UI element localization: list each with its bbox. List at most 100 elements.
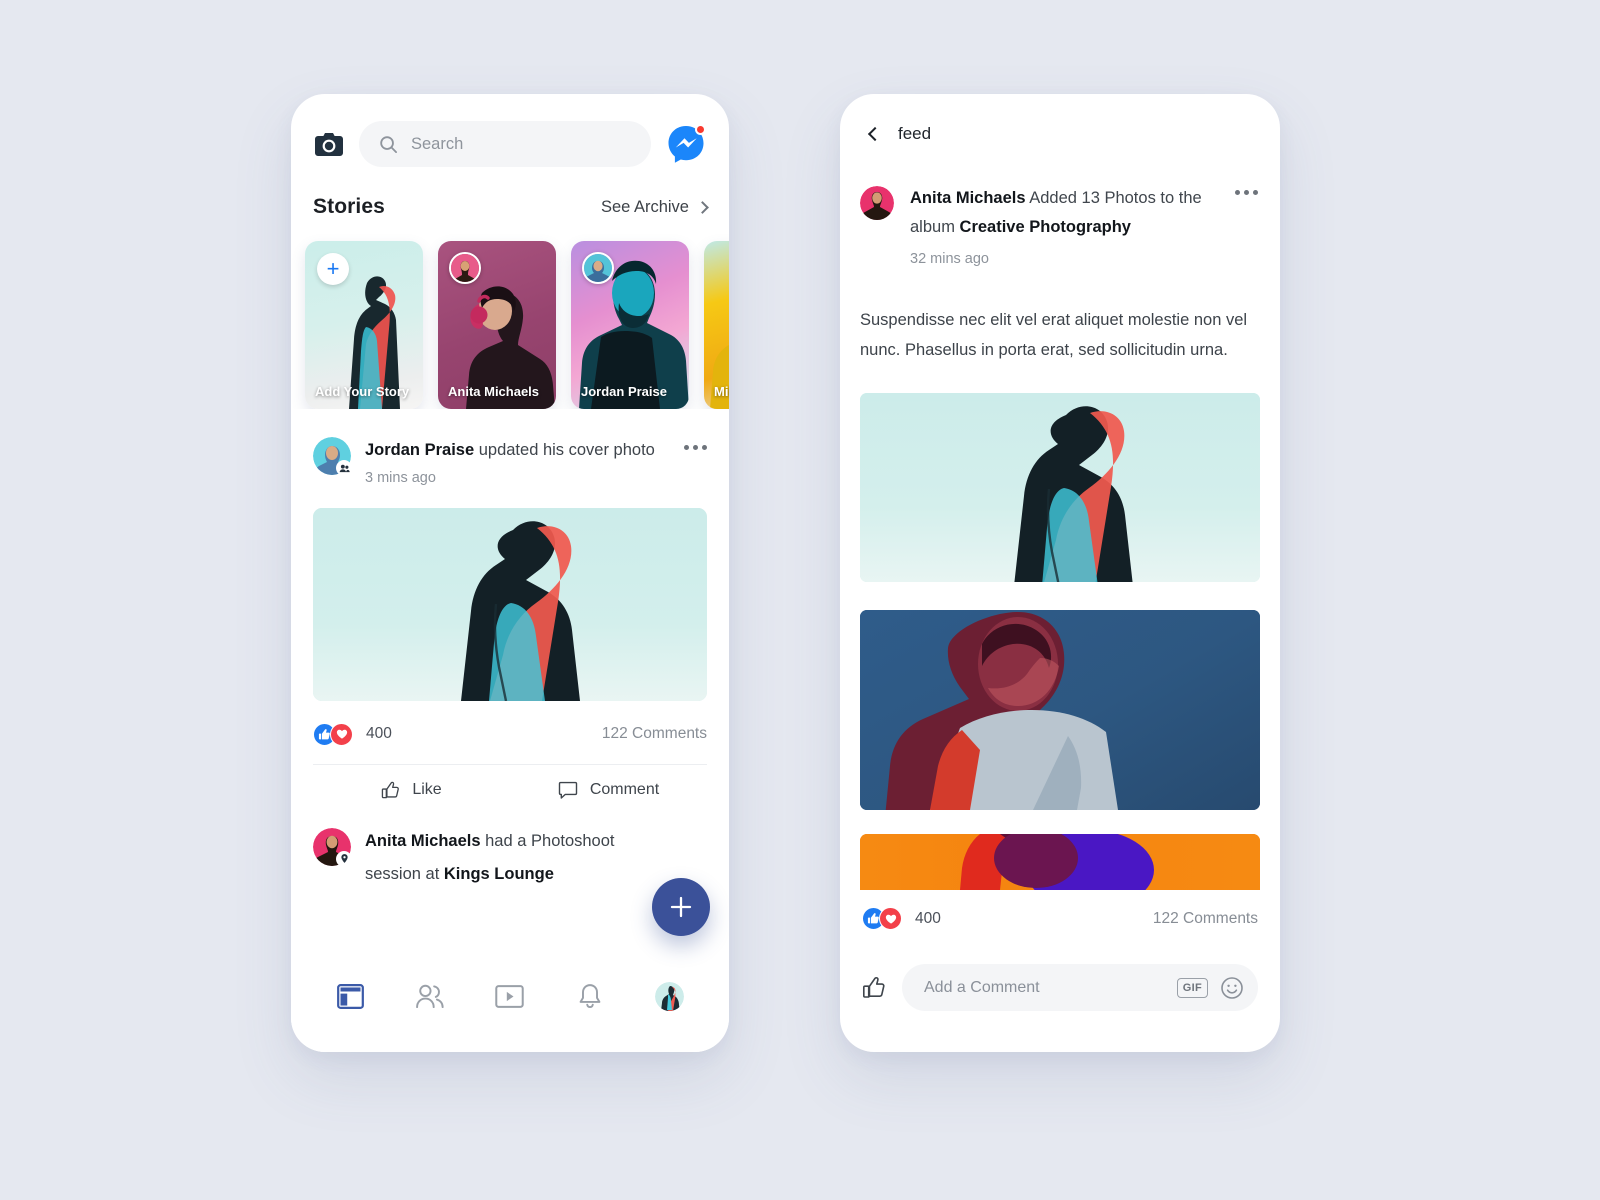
feed-post-action: Added 13 Photos to the — [1025, 189, 1202, 207]
friends-badge-icon — [336, 460, 352, 476]
like-button[interactable]: Like — [313, 781, 510, 800]
post-author[interactable]: Jordan Praise — [365, 441, 474, 459]
reaction-icons — [862, 907, 902, 930]
feed-post-header: Anita Michaels Added 13 Photos to the al… — [840, 144, 1280, 267]
avatar[interactable] — [860, 186, 894, 220]
post-2-title: Anita Michaels had a Photoshoot — [365, 829, 707, 855]
feed-post-timestamp: 32 mins ago — [910, 250, 989, 267]
sidebar-item-friends[interactable] — [406, 976, 454, 1016]
feed-post-author[interactable]: Anita Michaels — [910, 189, 1026, 207]
story-label: Add Your Story — [315, 384, 410, 399]
feed-post-album-pre: album — [910, 217, 960, 236]
plus-icon — [670, 896, 692, 918]
feed-photo-1[interactable] — [860, 392, 1260, 582]
bottom-tab-bar — [291, 968, 729, 1052]
smiley-face-icon[interactable] — [1220, 976, 1244, 1000]
sidebar-item-news-feed[interactable] — [327, 976, 375, 1016]
comment-count[interactable]: 122 Comments — [1153, 910, 1258, 928]
feed-post-album[interactable]: Creative Photography — [960, 218, 1131, 236]
see-archive-link[interactable]: See Archive — [600, 197, 709, 217]
comment-count[interactable]: 122 Comments — [602, 725, 707, 743]
gif-button[interactable]: GIF — [1176, 977, 1208, 998]
messenger-icon[interactable] — [665, 123, 707, 165]
stories-row[interactable]: + Add Your Story Anita Michaels Jordan P… — [291, 219, 729, 409]
story-label: Anita Michaels — [448, 384, 540, 399]
story-card-add-your-story[interactable]: + Add Your Story — [305, 241, 423, 409]
chevron-right-icon — [696, 200, 709, 214]
canvas: Stories See Archive + Add Your Sto — [0, 0, 1600, 1200]
location-badge-icon — [336, 850, 352, 867]
comment-button[interactable]: Comment — [510, 781, 707, 800]
story-avatar — [449, 252, 481, 284]
feed-photo-2[interactable] — [860, 609, 1260, 810]
reactions-group[interactable]: 400 — [313, 722, 392, 746]
bell-icon — [579, 984, 600, 1009]
post-2-place[interactable]: Kings Lounge — [444, 865, 554, 883]
feed-post-body: Suspendisse nec elit vel erat aliquet mo… — [860, 310, 1248, 359]
post-actions: Like Comment — [291, 765, 729, 800]
search-input[interactable] — [411, 134, 631, 154]
camera-icon[interactable] — [313, 129, 345, 159]
heart-filled-icon — [879, 907, 902, 930]
feed-photo-3[interactable] — [860, 833, 1260, 890]
news-feed-icon — [337, 983, 365, 1009]
comment-label: Comment — [589, 781, 660, 799]
post-2-session-text: session at — [365, 865, 444, 884]
feed-post-title: Anita Michaels Added 13 Photos to the — [910, 184, 1219, 213]
comment-bubble-icon — [558, 781, 578, 799]
friends-icon — [416, 984, 445, 1008]
like-label: Like — [412, 781, 442, 799]
feed-post-meta: Anita Michaels Added 13 Photos to the al… — [910, 184, 1219, 267]
profile-avatar-icon — [654, 981, 684, 1011]
post-2-meta: Anita Michaels had a Photoshoot session … — [365, 828, 707, 888]
post-2-header: Anita Michaels had a Photoshoot session … — [291, 800, 729, 888]
reaction-count: 400 — [366, 725, 392, 743]
top-bar — [291, 94, 729, 167]
avatar[interactable] — [313, 827, 352, 867]
post-2-author[interactable]: Anita Michaels — [365, 832, 481, 850]
sidebar-item-notifications[interactable] — [566, 976, 614, 1016]
feed-post-title-2: album Creative Photography — [910, 213, 1219, 242]
like-button[interactable] — [862, 976, 886, 1000]
thumbs-up-outline-icon — [382, 781, 400, 798]
post-title: Jordan Praise updated his cover photo — [365, 438, 670, 464]
comment-input-wrap[interactable]: GIF — [902, 964, 1258, 1011]
heart-filled-icon — [330, 722, 353, 746]
left-phone-screen: Stories See Archive + Add Your Sto — [291, 94, 729, 1052]
right-phone-screen: feed Anita Michaels Added 13 Photos to t… — [840, 94, 1280, 1052]
post-stats-row: 400 122 Comments — [291, 701, 729, 746]
reactions-group[interactable]: 400 — [862, 907, 941, 930]
story-card-jordan-praise[interactable]: Jordan Praise — [571, 241, 689, 409]
post-cover-photo[interactable] — [313, 507, 707, 701]
comment-composer: GIF — [840, 938, 1280, 1011]
sidebar-item-watch[interactable] — [486, 976, 534, 1016]
more-options-icon[interactable] — [684, 437, 707, 450]
post-header: Jordan Praise updated his cover photo 3 … — [291, 409, 729, 486]
sidebar-item-profile[interactable] — [645, 976, 693, 1016]
reaction-count: 400 — [915, 909, 941, 927]
avatar[interactable] — [313, 437, 352, 476]
post-timestamp: 3 mins ago — [365, 469, 436, 486]
page-title: feed — [898, 124, 932, 143]
see-archive-label: See Archive — [600, 197, 689, 216]
story-label: Jordan Praise — [581, 384, 667, 399]
comment-input[interactable] — [924, 978, 1165, 997]
post-meta: Jordan Praise updated his cover photo 3 … — [365, 437, 670, 486]
video-play-icon — [495, 984, 525, 1008]
search-icon — [380, 135, 398, 153]
feed-stats-row: 400 122 Comments — [840, 885, 1280, 930]
post-2-subtitle: session at Kings Lounge — [365, 862, 707, 888]
stories-header: Stories See Archive — [291, 167, 729, 219]
story-card-mike[interactable]: Mike — [704, 241, 729, 409]
chevron-left-icon[interactable] — [867, 126, 883, 142]
messenger-notification-dot — [695, 124, 706, 135]
more-options-icon[interactable] — [1235, 184, 1258, 195]
story-card-anita-michaels[interactable]: Anita Michaels — [438, 241, 556, 409]
feed-header: feed — [840, 94, 1280, 144]
add-story-plus-icon[interactable]: + — [317, 253, 349, 285]
create-post-fab[interactable] — [652, 878, 710, 936]
search-bar[interactable] — [359, 121, 651, 167]
post-action: updated his cover photo — [474, 441, 655, 459]
reaction-icons — [313, 722, 353, 746]
post-2-action: had a Photoshoot — [480, 831, 615, 850]
